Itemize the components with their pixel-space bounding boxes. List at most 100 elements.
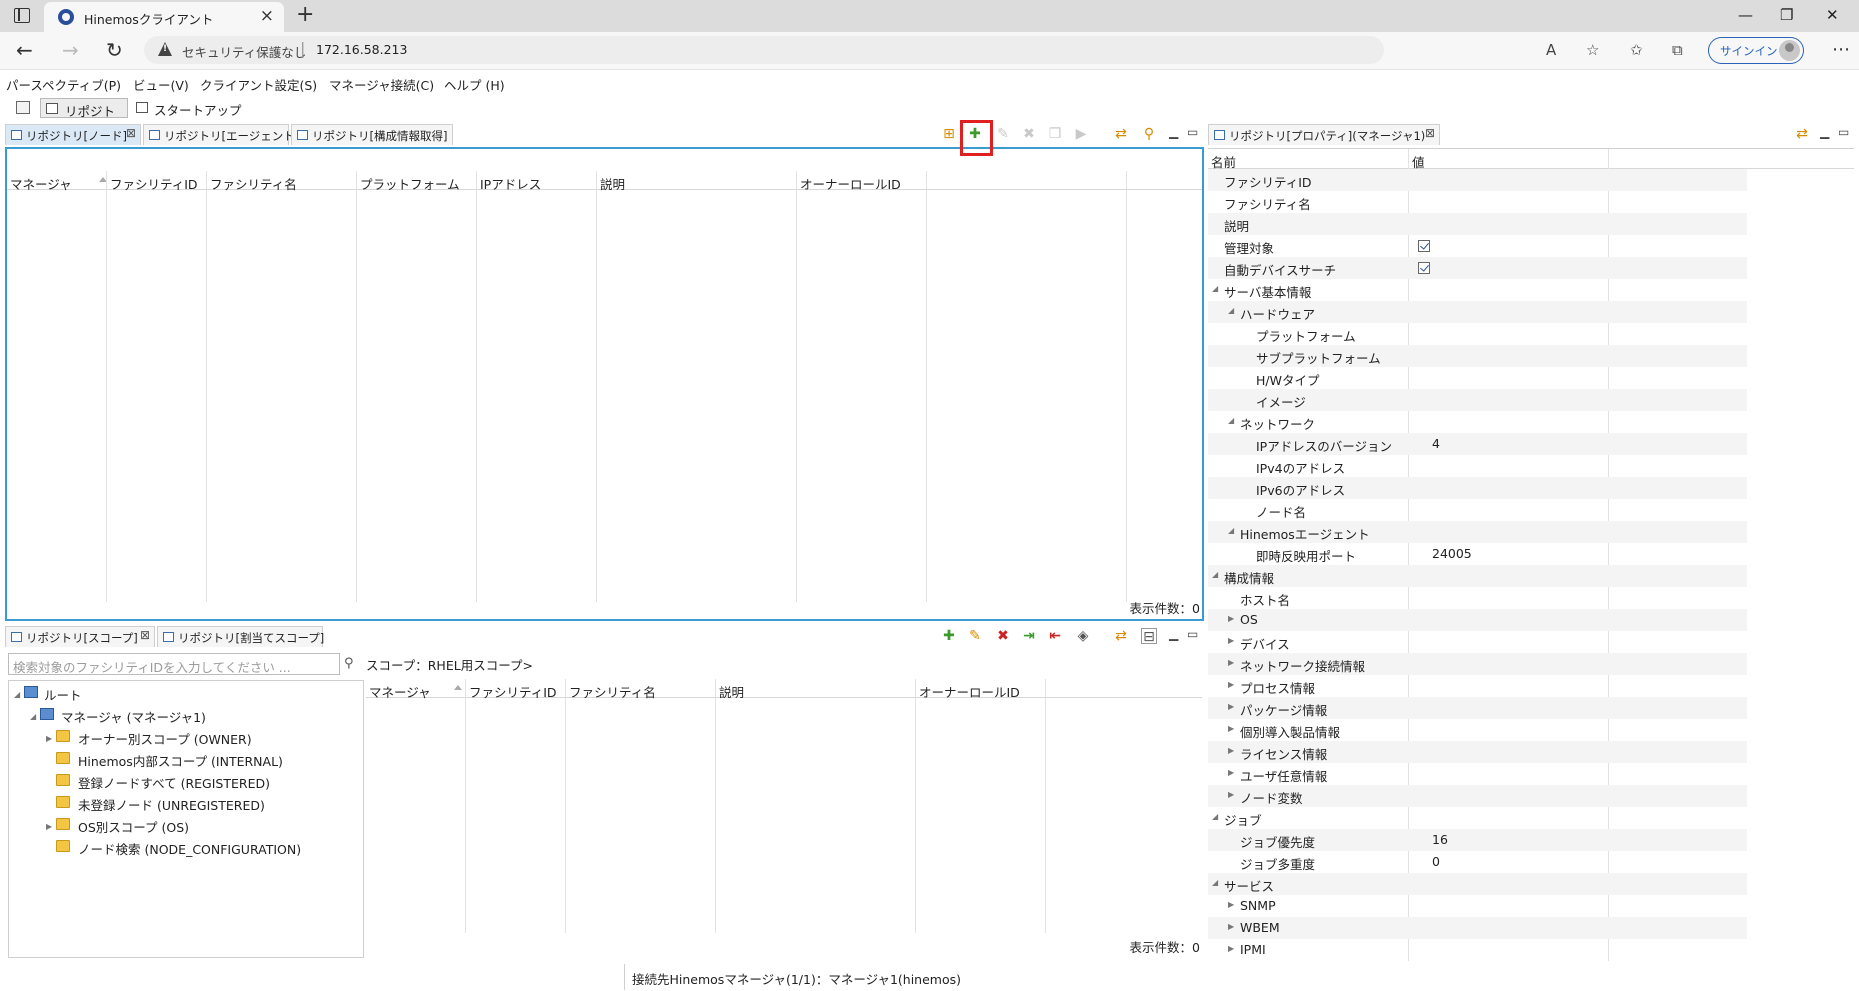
col-facility-name[interactable]: ファシリティ名 bbox=[210, 174, 297, 193]
collections-icon[interactable]: ⧉ bbox=[1672, 41, 1683, 59]
property-row[interactable]: ▶ 個別導入製品情報 bbox=[1208, 719, 1747, 741]
property-row[interactable]: 自動デバイスサーチ bbox=[1208, 257, 1747, 279]
menu-perspective[interactable]: パースペクティブ(P) bbox=[6, 75, 121, 94]
run-icon[interactable]: ▶ bbox=[1073, 126, 1089, 142]
property-row[interactable]: ▶ WBEM bbox=[1208, 917, 1747, 939]
property-row[interactable]: ▶ ユーザ任意情報 bbox=[1208, 763, 1747, 785]
menu-manager-connection[interactable]: マネージャ接続(C) bbox=[329, 75, 434, 94]
unassign-node-icon[interactable]: ⇤ bbox=[1047, 628, 1063, 644]
tree-expand-icon[interactable]: ▶ bbox=[1228, 702, 1234, 711]
tree-expand-icon[interactable]: ▶ bbox=[1228, 768, 1234, 777]
col-description[interactable]: 説明 bbox=[719, 682, 744, 701]
property-row[interactable]: ◢ ネットワーク bbox=[1208, 411, 1747, 433]
tree-collapse-icon[interactable]: ◢ bbox=[1228, 526, 1234, 535]
tree-collapse-icon[interactable]: ◢ bbox=[1212, 284, 1218, 293]
facility-search-input[interactable]: 検索対象のファシリティIDを入力してください ... bbox=[8, 653, 340, 675]
edit-scope-icon[interactable]: ✎ bbox=[967, 628, 983, 644]
tab-repository-config[interactable]: リポジトリ[構成情報取得] bbox=[291, 124, 453, 145]
delete-scope-icon[interactable]: ✖ bbox=[995, 628, 1011, 644]
col-facility-id[interactable]: ファシリティID bbox=[110, 174, 198, 193]
minimize-icon[interactable]: ▁ bbox=[1820, 125, 1829, 139]
url-field[interactable]: セキュリティ保護なし | 172.16.58.213 bbox=[144, 36, 1384, 64]
property-row[interactable]: H/Wタイプ bbox=[1208, 367, 1747, 389]
filter-icon[interactable]: ⚲ bbox=[1141, 126, 1157, 142]
maximize-icon[interactable]: ▭ bbox=[1838, 125, 1849, 139]
tree-expand-icon[interactable]: ▶ bbox=[1228, 680, 1234, 689]
open-perspective-icon[interactable] bbox=[16, 101, 30, 114]
agent-icon[interactable]: ⊞ bbox=[941, 126, 957, 142]
reload-icon[interactable]: ↻ bbox=[106, 38, 123, 62]
close-window-icon[interactable]: ✕ bbox=[1826, 6, 1839, 24]
property-row[interactable]: ファシリティID bbox=[1208, 169, 1747, 191]
col-facility-id[interactable]: ファシリティID bbox=[469, 682, 557, 701]
col-manager[interactable]: マネージャ bbox=[10, 174, 72, 193]
property-row[interactable]: サブプラットフォーム bbox=[1208, 345, 1747, 367]
tab-repository-assigned-scope[interactable]: リポジトリ[割当てスコープ] bbox=[157, 626, 324, 647]
tree-expand-icon[interactable]: ▶ bbox=[46, 822, 52, 831]
property-row[interactable]: ◢ サービス bbox=[1208, 873, 1747, 895]
col-platform[interactable]: プラットフォーム bbox=[360, 174, 460, 193]
read-aloud-icon[interactable]: A bbox=[1546, 41, 1556, 59]
close-icon[interactable]: ⊠ bbox=[1425, 126, 1435, 140]
property-row[interactable]: IPアドレスのバージョン 4 bbox=[1208, 433, 1747, 455]
checkbox[interactable] bbox=[1418, 262, 1430, 274]
tab-repository-agent[interactable]: リポジトリ[エージェント] bbox=[143, 124, 299, 145]
property-row[interactable]: ▶ IPMI bbox=[1208, 939, 1747, 961]
maximize-icon[interactable]: ▭ bbox=[1187, 125, 1198, 139]
tree-expand-icon[interactable]: ▶ bbox=[1228, 922, 1234, 931]
tree-expand-icon[interactable]: ▶ bbox=[46, 734, 52, 743]
property-row[interactable]: ▶ プロセス情報 bbox=[1208, 675, 1747, 697]
delete-icon[interactable]: ✖ bbox=[1021, 126, 1037, 142]
tree-item-root[interactable]: ルート bbox=[44, 685, 82, 704]
property-row[interactable]: ジョブ多重度 0 bbox=[1208, 851, 1747, 873]
tree-expand-icon[interactable]: ▶ bbox=[1228, 944, 1234, 953]
tree-item-unregistered[interactable]: 未登録ノード (UNREGISTERED) bbox=[78, 795, 265, 814]
tree-collapse-icon[interactable]: ◢ bbox=[1212, 570, 1218, 579]
tree-collapse-icon[interactable]: ◢ bbox=[30, 712, 36, 721]
tree-item-registered[interactable]: 登録ノードすべて (REGISTERED) bbox=[78, 773, 270, 792]
property-row[interactable]: ノード名 bbox=[1208, 499, 1747, 521]
restore-window-icon[interactable]: ❐ bbox=[1780, 6, 1793, 24]
maximize-icon[interactable]: ▭ bbox=[1187, 627, 1198, 641]
tab-actions-icon[interactable] bbox=[14, 8, 30, 23]
tree-collapse-icon[interactable]: ◢ bbox=[1212, 812, 1218, 821]
add-favorite-icon[interactable]: ☆ bbox=[1586, 41, 1599, 59]
col-manager[interactable]: マネージャ bbox=[369, 682, 431, 701]
tree-collapse-icon[interactable]: ◢ bbox=[14, 690, 20, 699]
col-description[interactable]: 説明 bbox=[600, 174, 625, 193]
property-row[interactable]: IPv4のアドレス bbox=[1208, 455, 1747, 477]
col-owner-role-id[interactable]: オーナーロールID bbox=[800, 174, 901, 193]
col-facility-name[interactable]: ファシリティ名 bbox=[569, 682, 656, 701]
tree-collapse-icon[interactable]: ◢ bbox=[1228, 416, 1234, 425]
property-row[interactable]: プラットフォーム bbox=[1208, 323, 1747, 345]
tree-item-os[interactable]: OS別スコープ (OS) bbox=[78, 817, 189, 836]
tree-collapse-icon[interactable]: ◢ bbox=[1228, 306, 1234, 315]
edit-icon[interactable]: ✎ bbox=[995, 126, 1011, 142]
property-row[interactable]: イメージ bbox=[1208, 389, 1747, 411]
property-row[interactable]: ▶ パッケージ情報 bbox=[1208, 697, 1747, 719]
menu-client-settings[interactable]: クライアント設定(S) bbox=[200, 75, 317, 94]
tree-collapse-icon[interactable]: ◢ bbox=[1212, 878, 1218, 887]
minimize-icon[interactable]: ▁ bbox=[1169, 627, 1178, 641]
property-row[interactable]: ▶ OS bbox=[1208, 609, 1747, 631]
tree-item-owner[interactable]: オーナー別スコープ (OWNER) bbox=[78, 729, 252, 748]
tree-item-internal[interactable]: Hinemos内部スコープ (INTERNAL) bbox=[78, 751, 283, 770]
back-icon[interactable]: ← bbox=[16, 38, 33, 62]
property-row[interactable]: ホスト名 bbox=[1208, 587, 1747, 609]
tab-repository-node[interactable]: リポジトリ[ノード] ⊠ bbox=[5, 124, 141, 145]
tree-expand-icon[interactable]: ▶ bbox=[1228, 746, 1234, 755]
property-row[interactable]: IPv6のアドレス bbox=[1208, 477, 1747, 499]
perspective-repository-button[interactable]: リポジトリ bbox=[40, 98, 128, 138]
property-row[interactable]: ◢ ハードウェア bbox=[1208, 301, 1747, 323]
signin-button[interactable]: サインイン bbox=[1708, 37, 1804, 64]
copy-icon[interactable]: ❐ bbox=[1047, 126, 1063, 142]
property-row[interactable]: ▶ ネットワーク接続情報 bbox=[1208, 653, 1747, 675]
add-scope-icon[interactable]: ✚ bbox=[941, 628, 957, 644]
tree-expand-icon[interactable]: ▶ bbox=[1228, 900, 1234, 909]
close-icon[interactable]: ⊠ bbox=[140, 628, 150, 642]
tab-repository-property[interactable]: リポジトリ[プロパティ](マネージャ1) ⊠ bbox=[1208, 124, 1440, 145]
property-row[interactable]: ◢ ジョブ bbox=[1208, 807, 1747, 829]
property-row[interactable]: ▶ ノード変数 bbox=[1208, 785, 1747, 807]
close-tab-icon[interactable]: × bbox=[260, 6, 274, 26]
more-icon[interactable]: ⋯ bbox=[1832, 39, 1850, 60]
